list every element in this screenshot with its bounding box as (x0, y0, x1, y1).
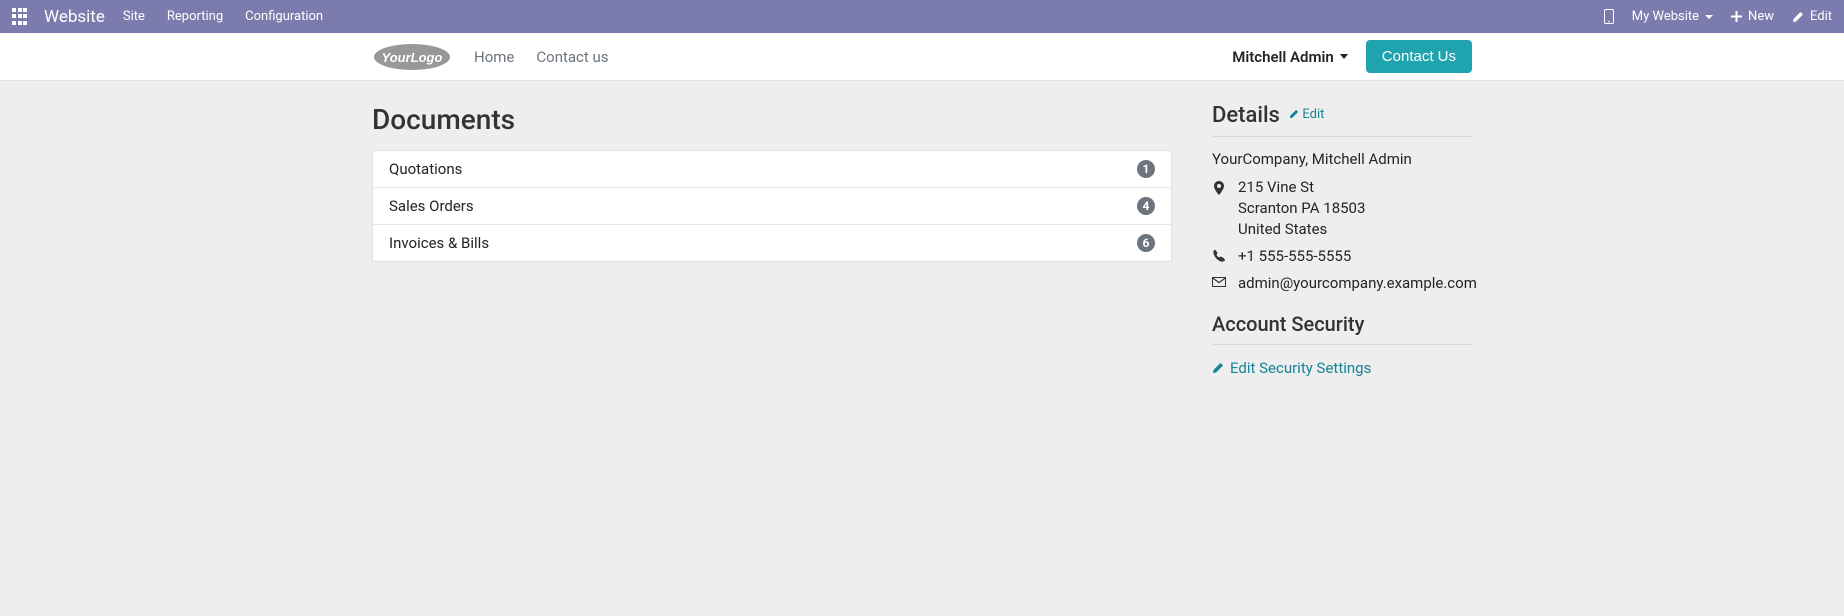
address-line2: Scranton PA 18503 (1238, 198, 1365, 219)
top-menu: Site Reporting Configuration (123, 9, 323, 24)
site-nav: YourLogo Home Contact us Mitchell Admin … (0, 33, 1844, 81)
edit-security-link[interactable]: Edit Security Settings (1212, 359, 1371, 377)
doc-row-sales-orders[interactable]: Sales Orders 4 (373, 187, 1171, 224)
documents-list: Quotations 1 Sales Orders 4 Invoices & B… (372, 150, 1172, 262)
documents-heading: Documents (372, 103, 1172, 136)
site-switcher-label: My Website (1632, 9, 1699, 24)
map-marker-icon (1212, 177, 1226, 195)
doc-row-quotations[interactable]: Quotations 1 (373, 151, 1171, 187)
edit-button[interactable]: Edit (1792, 9, 1832, 24)
contact-us-button[interactable]: Contact Us (1366, 40, 1472, 73)
doc-row-invoices-bills[interactable]: Invoices & Bills 6 (373, 224, 1171, 261)
user-name: Mitchell Admin (1232, 48, 1334, 66)
company-user-line: YourCompany, Mitchell Admin (1212, 147, 1472, 171)
documents-section: Documents Quotations 1 Sales Orders 4 In… (372, 103, 1172, 378)
new-button[interactable]: New (1731, 9, 1774, 24)
address-text: 215 Vine St Scranton PA 18503 United Sta… (1238, 177, 1365, 240)
menu-site[interactable]: Site (123, 9, 145, 24)
edit-details-label: Edit (1302, 107, 1324, 122)
pencil-icon (1289, 109, 1299, 119)
apps-icon[interactable] (12, 8, 30, 26)
main-content: Documents Quotations 1 Sales Orders 4 In… (372, 81, 1472, 400)
doc-label: Invoices & Bills (389, 234, 489, 252)
site-switcher[interactable]: My Website (1632, 9, 1713, 24)
app-name[interactable]: Website (44, 7, 105, 27)
envelope-icon (1212, 273, 1226, 287)
new-label: New (1748, 9, 1774, 24)
menu-reporting[interactable]: Reporting (167, 9, 223, 24)
edit-security-label: Edit Security Settings (1230, 359, 1371, 377)
site-nav-links: Home Contact us (474, 48, 609, 66)
phone-text: +1 555-555-5555 (1238, 246, 1351, 267)
top-bar: Website Site Reporting Configuration My … (0, 0, 1844, 33)
phone-icon (1212, 246, 1226, 263)
pencil-icon (1792, 11, 1804, 23)
nav-contact[interactable]: Contact us (536, 48, 608, 66)
mobile-preview-button[interactable] (1604, 9, 1614, 24)
phone-row: +1 555-555-5555 (1212, 246, 1472, 267)
menu-configuration[interactable]: Configuration (245, 9, 323, 24)
pencil-icon (1212, 362, 1224, 374)
nav-home[interactable]: Home (474, 48, 514, 66)
divider (1212, 344, 1472, 345)
doc-label: Sales Orders (389, 197, 474, 215)
top-right: My Website New Edit (1604, 9, 1832, 24)
edit-label: Edit (1810, 9, 1832, 24)
doc-label: Quotations (389, 160, 462, 178)
svg-text:YourLogo: YourLogo (382, 50, 443, 65)
address-line3: United States (1238, 219, 1365, 240)
doc-count-badge: 1 (1137, 160, 1155, 178)
email-row: admin@yourcompany.example.com (1212, 273, 1472, 294)
address-line1: 215 Vine St (1238, 177, 1365, 198)
divider (1212, 136, 1472, 137)
details-heading: Details (1212, 103, 1280, 128)
address-row: 215 Vine St Scranton PA 18503 United Sta… (1212, 177, 1472, 240)
brand-logo[interactable]: YourLogo (372, 42, 452, 72)
user-menu[interactable]: Mitchell Admin (1232, 48, 1348, 66)
plus-icon (1731, 11, 1742, 22)
edit-details-link[interactable]: Edit (1289, 107, 1324, 122)
account-security-heading: Account Security (1212, 312, 1472, 336)
chevron-down-icon (1340, 54, 1348, 59)
details-sidebar: Details Edit YourCompany, Mitchell Admin… (1212, 103, 1472, 378)
doc-count-badge: 6 (1137, 234, 1155, 252)
doc-count-badge: 4 (1137, 197, 1155, 215)
mobile-icon (1604, 9, 1614, 24)
chevron-down-icon (1705, 15, 1713, 19)
email-text: admin@yourcompany.example.com (1238, 273, 1477, 294)
